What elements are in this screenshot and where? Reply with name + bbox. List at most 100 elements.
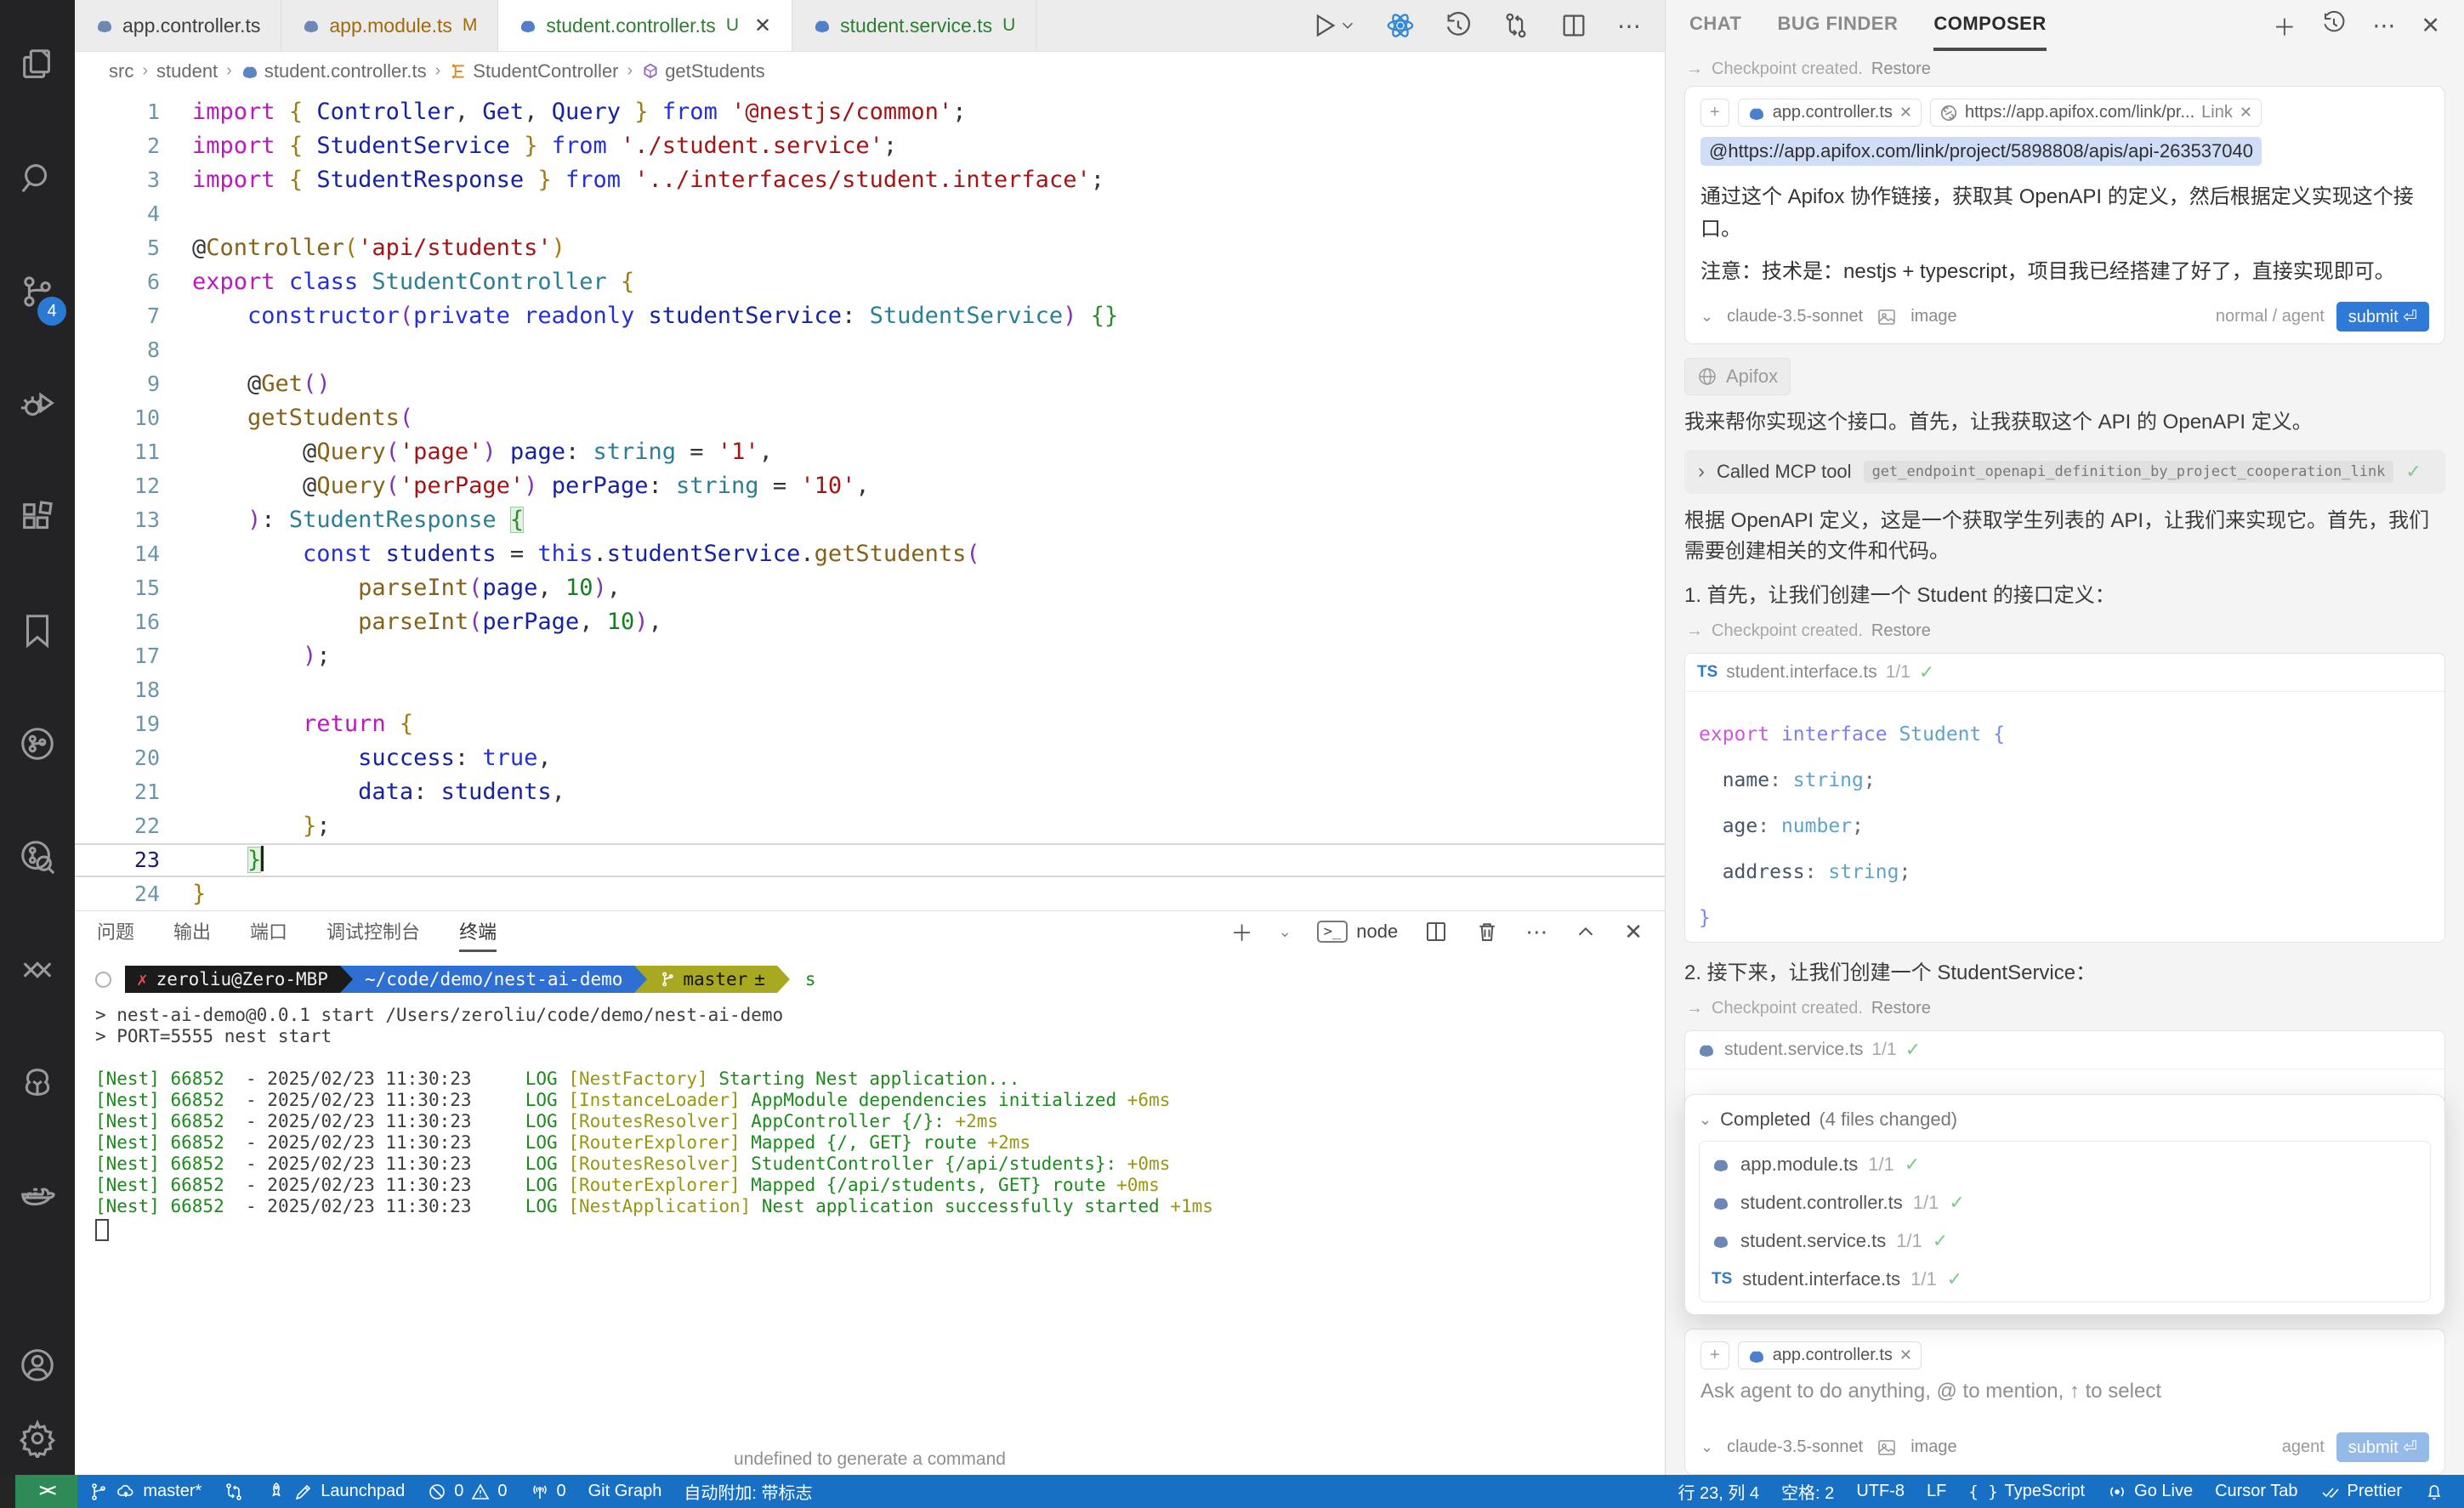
code-line-4[interactable]: 4 bbox=[75, 197, 1665, 231]
changed-file-row[interactable]: student.controller.ts1/1✓ bbox=[1712, 1183, 2418, 1222]
status-item-launchpad[interactable]: Launchpad bbox=[255, 1482, 416, 1502]
status-item-git-compare[interactable] bbox=[213, 1482, 255, 1502]
composer-input-card[interactable]: + app.controller.ts ✕ Ask agent to do an… bbox=[1684, 1329, 2445, 1475]
more-icon[interactable]: ⋯ bbox=[2372, 13, 2395, 39]
mode-label[interactable]: normal / agent bbox=[2216, 307, 2325, 326]
code-card-student-interface[interactable]: TS student.interface.ts 1/1 ✓ export int… bbox=[1684, 653, 2445, 943]
chevron-right-icon[interactable]: › bbox=[1698, 460, 1705, 484]
status-item-auto-attach[interactable]: 自动附加: 带标志 bbox=[673, 1479, 823, 1504]
code-line-9[interactable]: 9 @Get() bbox=[75, 367, 1665, 401]
terminal[interactable]: ✗zeroliu@Zero-MBP ~/code/demo/nest-ai-de… bbox=[75, 952, 1665, 1475]
status-item-prettier[interactable]: Prettier bbox=[2309, 1482, 2413, 1502]
code-line-18[interactable]: 18 bbox=[75, 673, 1665, 707]
panel-tab-端口[interactable]: 端口 bbox=[250, 911, 287, 952]
source-control-icon[interactable]: 4 bbox=[0, 235, 75, 348]
status-item-eol[interactable]: LF bbox=[1916, 1482, 1957, 1501]
mode-label[interactable]: agent bbox=[2282, 1437, 2325, 1457]
bookmarks-icon[interactable] bbox=[0, 574, 75, 687]
code-line-17[interactable]: 17 ); bbox=[75, 639, 1665, 673]
code-line-19[interactable]: 19 return { bbox=[75, 707, 1665, 741]
git-history-icon[interactable] bbox=[0, 800, 75, 913]
changed-file-row[interactable]: student.service.ts1/1✓ bbox=[1712, 1222, 2418, 1260]
close-icon[interactable]: ✕ bbox=[1624, 919, 1643, 945]
collapse-icon[interactable] bbox=[1573, 919, 1598, 944]
more-icon[interactable]: ⋯ bbox=[1525, 919, 1547, 945]
close-icon[interactable]: ✕ bbox=[1899, 1346, 1912, 1364]
more-icon[interactable]: ⋯ bbox=[1617, 12, 1641, 40]
composer-thread[interactable]: →Checkpoint created. Restore + app.contr… bbox=[1666, 51, 2464, 1475]
status-item-cursor-tab[interactable]: Cursor Tab bbox=[2204, 1482, 2308, 1501]
tab-student.service.ts[interactable]: student.service.tsU bbox=[792, 0, 1036, 51]
test-tree-icon[interactable] bbox=[0, 1026, 75, 1139]
panel-tab-输出[interactable]: 输出 bbox=[173, 911, 211, 952]
status-item-language-mode[interactable]: { }TypeScript bbox=[1957, 1482, 2096, 1501]
image-icon[interactable] bbox=[1876, 307, 1897, 327]
code-line-7[interactable]: 7 constructor(private readonly studentSe… bbox=[75, 299, 1665, 333]
changed-file-row[interactable]: app.module.ts1/1✓ bbox=[1712, 1145, 2418, 1183]
breadcrumb-class[interactable]: StudentController bbox=[449, 60, 618, 82]
docker-icon[interactable] bbox=[0, 1139, 75, 1252]
code-line-12[interactable]: 12 @Query('perPage') perPage: string = '… bbox=[75, 469, 1665, 503]
model-selector[interactable]: claude-3.5-sonnet bbox=[1727, 307, 1863, 326]
panel-tab-调试控制台[interactable]: 调试控制台 bbox=[326, 911, 420, 952]
new-terminal-icon[interactable]: ＋ bbox=[1231, 916, 1253, 948]
breadcrumb-src[interactable]: src bbox=[109, 60, 133, 82]
explorer-icon[interactable] bbox=[0, 9, 75, 122]
tab-student.controller.ts[interactable]: student.controller.tsU✕ bbox=[498, 0, 792, 51]
history-icon[interactable] bbox=[2321, 10, 2347, 42]
git-graph-icon[interactable] bbox=[0, 687, 75, 800]
tab-app.controller.ts[interactable]: app.controller.ts bbox=[75, 0, 281, 51]
link-mention[interactable]: @https://app.apifox.com/link/project/589… bbox=[1700, 137, 2262, 166]
code-line-14[interactable]: 14 const students = this.studentService.… bbox=[75, 537, 1665, 571]
split-editor-icon[interactable] bbox=[1559, 11, 1588, 40]
status-item-go-live[interactable]: Go Live bbox=[2096, 1482, 2204, 1502]
chevron-down-icon[interactable]: ⌄ bbox=[1700, 1438, 1713, 1456]
settings-gear-icon[interactable] bbox=[0, 1402, 75, 1475]
timeline-icon[interactable] bbox=[1444, 11, 1473, 40]
node-terminal-chip[interactable]: >_node bbox=[1317, 921, 1398, 943]
file-chip[interactable]: app.controller.ts ✕ bbox=[1738, 1341, 1922, 1369]
composer-tab-composer[interactable]: COMPOSER bbox=[1933, 0, 2046, 51]
code-line-5[interactable]: 5@Controller('api/students') bbox=[75, 231, 1665, 265]
close-icon[interactable]: ✕ bbox=[2421, 13, 2440, 39]
code-line-3[interactable]: 3import { StudentResponse } from '../int… bbox=[75, 163, 1665, 197]
remote-indicator[interactable]: >< bbox=[15, 1475, 77, 1508]
image-label[interactable]: image bbox=[1910, 307, 1956, 326]
submit-button[interactable]: submit ⏎ bbox=[2336, 1432, 2429, 1462]
code-line-1[interactable]: 1import { Controller, Get, Query } from … bbox=[75, 95, 1665, 129]
code-line-20[interactable]: 20 success: true, bbox=[75, 741, 1665, 775]
split-panel-icon[interactable] bbox=[1423, 919, 1449, 944]
code-line-2[interactable]: 2import { StudentService } from './stude… bbox=[75, 129, 1665, 163]
code-line-21[interactable]: 21 data: students, bbox=[75, 775, 1665, 809]
close-icon[interactable]: ✕ bbox=[754, 14, 771, 38]
code-line-22[interactable]: 22 }; bbox=[75, 809, 1665, 843]
status-item-cursor-position[interactable]: 行 23, 列 4 bbox=[1666, 1479, 1770, 1504]
image-icon[interactable] bbox=[1876, 1437, 1897, 1458]
extensions-icon[interactable] bbox=[0, 461, 75, 574]
new-chat-icon[interactable]: ＋ bbox=[2273, 9, 2296, 43]
status-item-errors-warnings[interactable]: 00 bbox=[416, 1482, 518, 1502]
run-debug-icon[interactable] bbox=[0, 348, 75, 461]
close-icon[interactable]: ✕ bbox=[1899, 104, 1912, 122]
code-line-11[interactable]: 11 @Query('page') page: string = '1', bbox=[75, 435, 1665, 469]
completed-summary-card[interactable]: ⌄ Completed (4 files changed) app.module… bbox=[1684, 1094, 2445, 1315]
tab-app.module.ts[interactable]: app.module.tsM bbox=[281, 0, 498, 51]
restore-link[interactable]: Restore bbox=[1871, 60, 1931, 79]
composer-tab-chat[interactable]: CHAT bbox=[1689, 0, 1741, 51]
restore-link[interactable]: Restore bbox=[1871, 621, 1931, 641]
breadcrumb-method[interactable]: getStudents bbox=[641, 60, 764, 82]
code-line-15[interactable]: 15 parseInt(page, 10), bbox=[75, 571, 1665, 605]
restore-link[interactable]: Restore bbox=[1871, 999, 1931, 1018]
status-item-encoding[interactable]: UTF-8 bbox=[1845, 1482, 1916, 1501]
code-line-13[interactable]: 13 ): StudentResponse { bbox=[75, 503, 1665, 537]
link-chip[interactable]: https://app.apifox.com/link/pr... Link ✕ bbox=[1930, 99, 2262, 127]
search-icon[interactable] bbox=[0, 122, 75, 235]
chevron-down-icon[interactable]: ⌄ bbox=[1700, 308, 1713, 326]
status-item-git-graph[interactable]: Git Graph bbox=[577, 1482, 673, 1501]
breadcrumb-student[interactable]: student bbox=[156, 60, 218, 82]
close-icon[interactable]: ✕ bbox=[2240, 104, 2252, 122]
breadcrumb-file[interactable]: student.controller.ts bbox=[241, 60, 427, 82]
image-label[interactable]: image bbox=[1910, 1437, 1956, 1457]
react-devtools-icon[interactable] bbox=[1386, 11, 1415, 40]
run-icon[interactable] bbox=[1309, 11, 1357, 40]
